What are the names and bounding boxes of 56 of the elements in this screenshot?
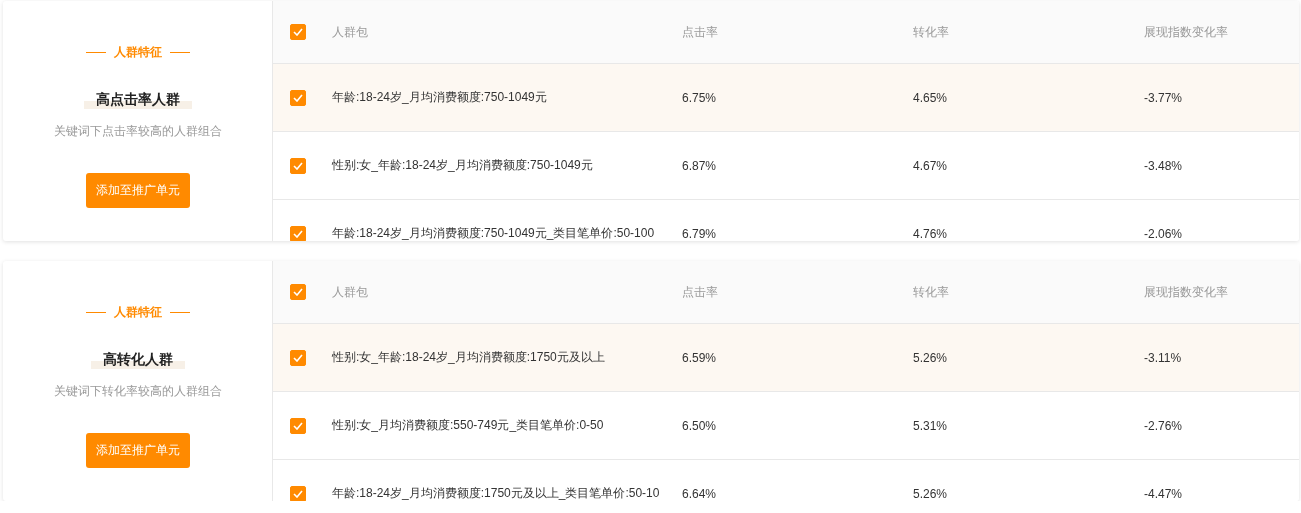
table-cell-text: 5.26%	[913, 350, 949, 365]
column-header: 转化率	[913, 283, 950, 301]
checkmark-icon	[293, 353, 303, 362]
audience-title: 高点击率人群	[83, 91, 192, 109]
table-cell-text: 4.67%	[913, 158, 949, 173]
table-cell-text: -3.77%	[1144, 90, 1184, 105]
checkbox[interactable]	[290, 485, 306, 501]
column-header: 点击率	[682, 283, 719, 301]
table-cell-text: 年龄:18-24岁_月均消费额度:750-1049元_类目笔单价:50-100	[332, 225, 656, 241]
checkmark-icon	[293, 28, 303, 36]
checkmark-icon	[293, 229, 303, 238]
checkmark-icon	[293, 288, 303, 296]
checkbox[interactable]	[290, 349, 306, 366]
checkbox[interactable]	[290, 157, 306, 174]
checkbox[interactable]	[290, 225, 306, 241]
table-cell-text: 性别:女_年龄:18-24岁_月均消费额度:750-1049元	[332, 157, 594, 174]
table-cell-text: 5.31%	[913, 418, 949, 433]
audience-description: 关键词下点击率较高的人群组合	[53, 123, 222, 140]
checkbox[interactable]	[290, 24, 306, 40]
table-cell-text: 性别:女_年龄:18-24岁_月均消费额度:1750元及以上	[332, 349, 606, 366]
checkbox[interactable]	[290, 284, 306, 300]
column-header: 点击率	[682, 23, 719, 41]
table-cell-text: 6.59%	[682, 350, 718, 365]
checkmark-icon	[293, 421, 303, 430]
table-cell-text: -3.11%	[1144, 350, 1183, 365]
table-cell-text: 4.65%	[913, 90, 949, 105]
checkmark-icon	[293, 93, 303, 102]
checkmark-icon	[293, 489, 303, 498]
checkmark-icon	[293, 161, 303, 170]
section-label: 人群特征	[113, 304, 162, 321]
table-cell-text: 6.79%	[682, 226, 718, 241]
column-header: 人群包	[332, 23, 369, 41]
column-header: 人群包	[332, 283, 369, 301]
table-cell-text: -3.48%	[1144, 158, 1184, 173]
section-label: 人群特征	[113, 44, 162, 61]
column-header: 转化率	[913, 23, 950, 41]
audience-title: 高转化人群	[90, 351, 185, 369]
table-cell-text: 4.76%	[913, 226, 949, 241]
table-cell-text: 5.26%	[913, 486, 949, 501]
table-cell-text: -4.47%	[1144, 486, 1184, 501]
checkbox[interactable]	[290, 417, 306, 434]
table-cell-text: 性别:女_月均消费额度:550-749元_类目笔单价:0-50	[332, 417, 605, 434]
table-cell-text: 6.87%	[682, 158, 718, 173]
column-header: 展现指数变化率	[1144, 283, 1229, 301]
table-cell-text: -2.06%	[1144, 226, 1184, 241]
table-cell-text: -2.76%	[1144, 418, 1184, 433]
table-cell-text: 6.75%	[682, 90, 718, 105]
table-cell-text: 6.64%	[682, 486, 718, 501]
table-cell-text: 6.50%	[682, 418, 718, 433]
add-to-unit-button[interactable]: 添加至推广单元	[85, 173, 190, 208]
table-cell-text: 年龄:18-24岁_月均消费额度:750-1049元	[332, 89, 548, 106]
audience-description: 关键词下转化率较高的人群组合	[53, 383, 222, 400]
table-cell-text: 年龄:18-24岁_月均消费额度:1750元及以上_类目笔单价:50-10	[332, 485, 661, 501]
column-header: 展现指数变化率	[1144, 23, 1229, 41]
checkbox[interactable]	[290, 89, 306, 106]
add-to-unit-button[interactable]: 添加至推广单元	[85, 433, 190, 468]
